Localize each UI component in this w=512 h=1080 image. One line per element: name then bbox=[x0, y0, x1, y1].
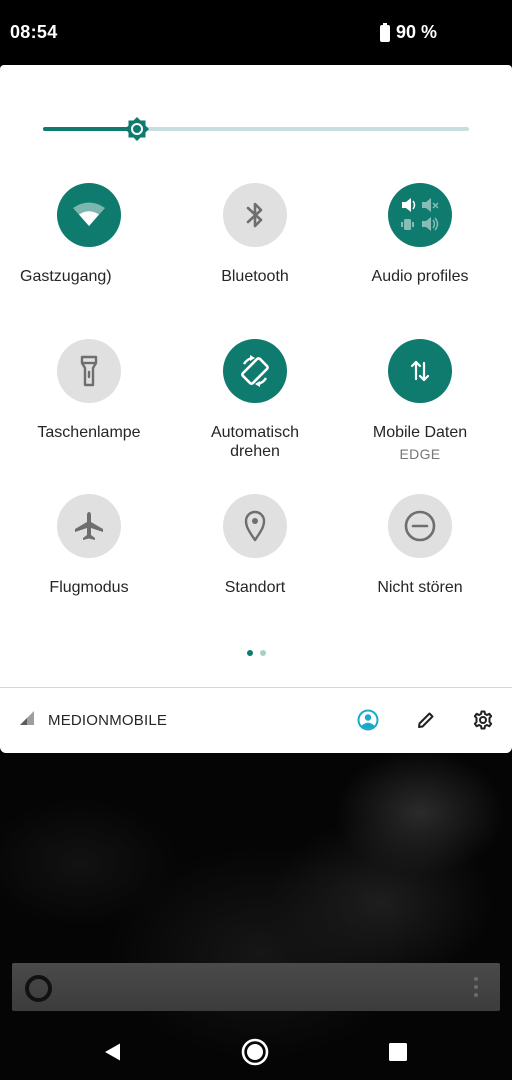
tile-wifi-label: Gastzugang) bbox=[20, 268, 112, 285]
tile-auto-rotate-label: Automatisch drehen bbox=[210, 424, 300, 460]
tile-flashlight-label: Taschenlampe bbox=[37, 424, 141, 441]
tile-mobile-data-label: Mobile Daten bbox=[372, 424, 468, 441]
auto-rotate-icon bbox=[241, 355, 269, 387]
page-dot[interactable] bbox=[260, 650, 266, 656]
page-dot-active[interactable] bbox=[247, 650, 253, 656]
tile-audio-profiles-button[interactable] bbox=[388, 183, 452, 247]
tile-bluetooth[interactable]: Bluetooth bbox=[170, 183, 340, 286]
status-time: 08:54 bbox=[10, 22, 58, 42]
tile-mobile-data-button[interactable] bbox=[388, 339, 452, 403]
tile-airplane-mode-button[interactable] bbox=[57, 494, 121, 558]
tile-location-button[interactable] bbox=[223, 494, 287, 558]
battery-percent: 90 % bbox=[396, 22, 438, 42]
tile-do-not-disturb[interactable]: Nicht stören bbox=[335, 494, 505, 597]
widget-menu-icon[interactable] bbox=[474, 977, 478, 997]
do-not-disturb-icon bbox=[404, 510, 436, 542]
back-button[interactable] bbox=[98, 1038, 126, 1066]
tile-mobile-data[interactable]: Mobile Daten EDGE bbox=[335, 339, 505, 462]
flashlight-icon bbox=[80, 355, 98, 387]
user-button[interactable] bbox=[356, 708, 380, 732]
mobile-data-icon bbox=[410, 360, 430, 382]
back-icon bbox=[105, 1043, 120, 1061]
tile-auto-rotate[interactable]: Automatisch drehen bbox=[170, 339, 340, 461]
tile-flashlight[interactable]: Taschenlampe bbox=[4, 339, 174, 442]
tile-audio-profiles[interactable]: Audio profiles bbox=[335, 183, 505, 286]
brightness-icon[interactable] bbox=[124, 116, 150, 142]
navigation-bar bbox=[0, 1020, 512, 1080]
airplane-icon bbox=[75, 512, 103, 540]
bluetooth-icon bbox=[246, 202, 263, 228]
tile-bluetooth-label: Bluetooth bbox=[221, 268, 289, 285]
settings-button[interactable] bbox=[471, 708, 495, 732]
signal-icon bbox=[20, 711, 34, 725]
status-battery: 90 % bbox=[380, 22, 437, 43]
qs-footer: MEDIONMOBILE bbox=[0, 688, 512, 753]
brightness-slider[interactable] bbox=[43, 115, 469, 143]
battery-icon bbox=[380, 22, 390, 42]
tile-location-label: Standort bbox=[224, 579, 286, 596]
tile-flashlight-button[interactable] bbox=[57, 339, 121, 403]
tile-do-not-disturb-label: Nicht stören bbox=[377, 579, 463, 596]
page-indicator bbox=[247, 650, 266, 656]
tile-auto-rotate-button[interactable] bbox=[223, 339, 287, 403]
status-bar: 08:54 90 % bbox=[0, 0, 512, 65]
google-icon[interactable] bbox=[25, 975, 52, 1002]
tile-wifi-button[interactable] bbox=[57, 183, 121, 247]
tile-do-not-disturb-button[interactable] bbox=[388, 494, 452, 558]
tile-location[interactable]: Standort bbox=[170, 494, 340, 597]
audio-profiles-icon bbox=[401, 198, 439, 231]
tile-wifi[interactable]: Gastzugang) bbox=[4, 183, 174, 286]
tile-bluetooth-button[interactable] bbox=[223, 183, 287, 247]
search-widget[interactable] bbox=[12, 963, 500, 1011]
carrier-name: MEDIONMOBILE bbox=[48, 712, 168, 729]
wifi-icon bbox=[73, 202, 105, 226]
tile-airplane-mode[interactable]: Flugmodus bbox=[4, 494, 174, 597]
settings-icon bbox=[473, 710, 493, 730]
quick-settings-panel: Gastzugang) Bluetooth Audio profiles Tas… bbox=[0, 65, 512, 753]
edit-button[interactable] bbox=[414, 708, 438, 732]
user-icon bbox=[357, 709, 379, 731]
tile-airplane-mode-label: Flugmodus bbox=[49, 579, 129, 596]
home-icon bbox=[241, 1038, 269, 1066]
brightness-fill bbox=[43, 127, 137, 131]
edit-icon bbox=[418, 712, 434, 728]
location-icon bbox=[244, 510, 266, 542]
tile-audio-profiles-label: Audio profiles bbox=[371, 268, 469, 285]
recents-icon bbox=[389, 1043, 407, 1061]
tile-mobile-data-network: EDGE bbox=[399, 446, 441, 462]
recents-button[interactable] bbox=[384, 1038, 412, 1066]
home-button[interactable] bbox=[241, 1038, 269, 1066]
